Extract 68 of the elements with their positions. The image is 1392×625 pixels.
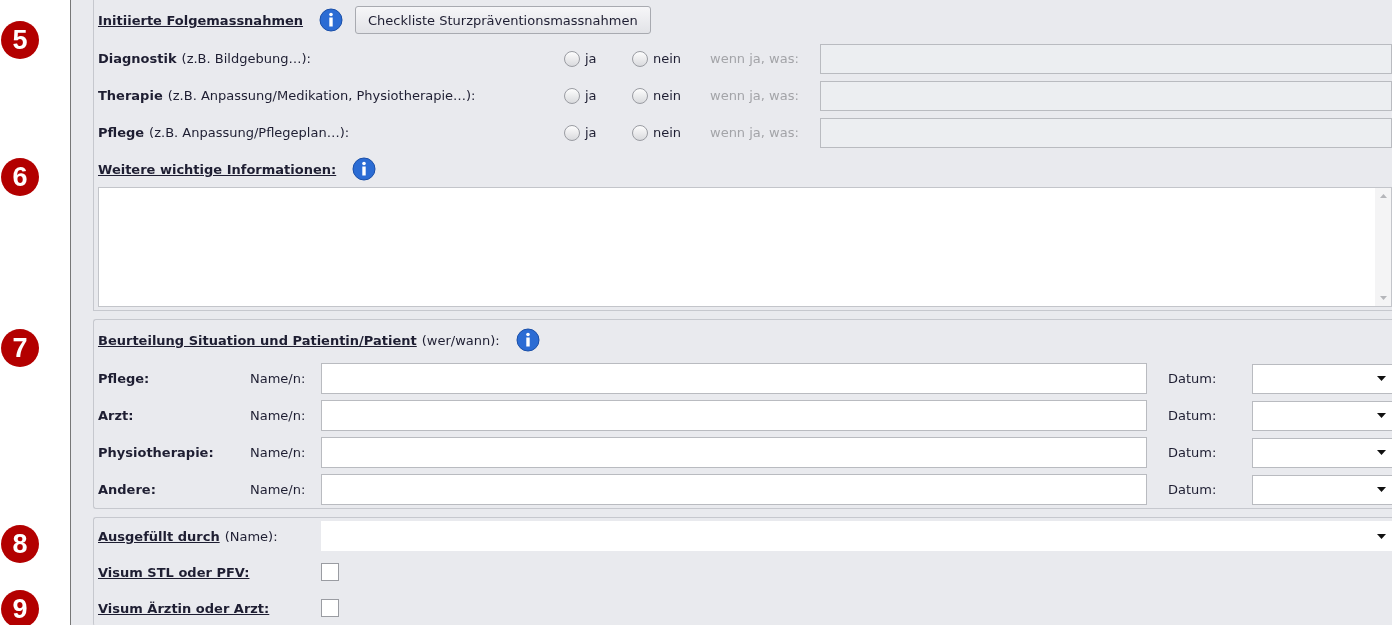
date-dropdown[interactable]: [1252, 400, 1392, 431]
detail-label: wenn ja, was:: [710, 88, 800, 103]
caret-icon: [1377, 450, 1386, 455]
text-area[interactable]: [98, 187, 1392, 307]
role-label: Arzt:: [98, 408, 134, 423]
caret-icon: [1377, 487, 1386, 492]
name-label: Name/n:: [250, 408, 307, 423]
radio-label: nein: [653, 125, 682, 140]
radio-button[interactable]: [564, 50, 580, 67]
date-label: Datum:: [1167, 371, 1218, 386]
date-dropdown[interactable]: [1252, 363, 1392, 394]
visa-label: Visum Ärztin oder Arzt:: [98, 600, 270, 616]
section-title: Beurteilung Situation und Patientin/Patient: [98, 332, 417, 348]
role-label: Pflege:: [98, 371, 150, 386]
row-hint: (z.B. Bildgebung…):: [181, 51, 311, 66]
date-dropdown[interactable]: [1252, 474, 1392, 505]
detail-field[interactable]: [820, 117, 1392, 148]
section-title: Initiierte Folgemassnahmen: [98, 12, 304, 28]
info-icon[interactable]: [319, 8, 344, 32]
radio-label: ja: [585, 88, 597, 103]
info-icon[interactable]: [515, 328, 540, 352]
radio-button[interactable]: [564, 124, 580, 141]
scroll-up-icon[interactable]: [1379, 194, 1387, 198]
info-icon[interactable]: [352, 157, 377, 181]
radio-button[interactable]: [632, 124, 648, 141]
name-field[interactable]: [321, 400, 1147, 431]
caret-icon: [1377, 376, 1386, 381]
detail-label: wenn ja, was:: [710, 51, 800, 66]
section-hint: (wer/wann):: [421, 332, 500, 348]
name-label: Name/n:: [250, 371, 307, 386]
name-label: Name/n:: [250, 445, 307, 460]
row-label: Pflege: [98, 125, 145, 140]
name-dropdown[interactable]: [321, 521, 1392, 551]
row-label: Diagnostik: [98, 51, 177, 66]
name-field[interactable]: [321, 437, 1147, 468]
detail-label: wenn ja, was:: [710, 125, 800, 140]
name-field[interactable]: [321, 474, 1147, 505]
field-label: Ausgefüllt durch: [98, 528, 220, 544]
field-hint: (Name):: [224, 528, 278, 544]
scrollbar[interactable]: [1375, 188, 1391, 306]
detail-field[interactable]: [820, 43, 1392, 74]
radio-label: ja: [585, 51, 597, 66]
name-field[interactable]: [321, 363, 1147, 394]
scroll-down-icon[interactable]: [1379, 296, 1387, 300]
radio-button[interactable]: [632, 87, 648, 104]
row-label: Therapie: [98, 88, 163, 103]
radio-button[interactable]: [632, 50, 648, 67]
caret-icon: [1377, 533, 1386, 539]
name-label: Name/n:: [250, 482, 307, 497]
role-label: Andere:: [98, 482, 156, 497]
row-hint: (z.B. Anpassung/Medikation, Physiotherapie…):: [167, 88, 476, 103]
date-label: Datum:: [1167, 445, 1218, 460]
date-dropdown[interactable]: [1252, 437, 1392, 468]
detail-field[interactable]: [820, 80, 1392, 111]
visa-label: Visum STL oder PFV:: [98, 564, 250, 580]
checkbox[interactable]: [321, 563, 339, 581]
checkbox[interactable]: [321, 599, 339, 617]
date-label: Datum:: [1167, 482, 1218, 497]
caret-icon: [1377, 413, 1386, 418]
radio-button[interactable]: [564, 87, 580, 104]
radio-label: nein: [653, 51, 682, 66]
checklist-button[interactable]: Checkliste Sturzpräventionsmassnahmen: [355, 6, 651, 34]
section-title: Weitere wichtige Informationen:: [98, 161, 337, 177]
role-label: Physiotherapie:: [98, 445, 214, 460]
radio-label: nein: [653, 88, 682, 103]
radio-label: ja: [585, 125, 597, 140]
row-hint: (z.B. Anpassung/Pflegeplan…):: [149, 125, 350, 140]
date-label: Datum:: [1167, 408, 1218, 423]
